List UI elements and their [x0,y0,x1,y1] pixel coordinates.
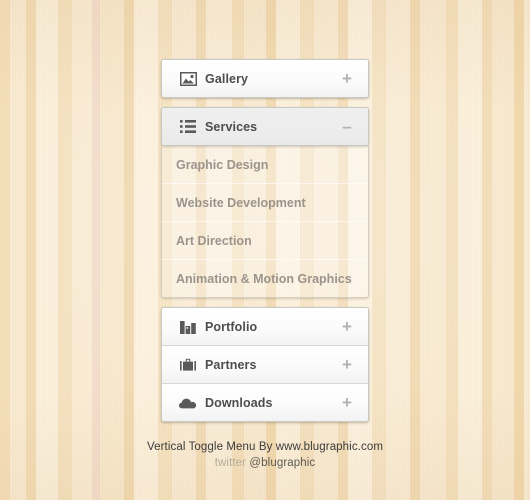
toggle-indicator-partners[interactable]: + [330,356,364,373]
footer-credit: Vertical Toggle Menu By www.blugraphic.c… [146,441,384,453]
menu-item-gallery[interactable]: Gallery + [162,60,368,97]
menu-group-services: Services – Graphic Design Website Develo… [161,107,369,298]
toggle-indicator-downloads[interactable]: + [330,394,364,411]
cloud-icon [171,397,205,409]
menu-item-portfolio[interactable]: Portfolio + [162,308,368,346]
submenu-item[interactable]: Website Development [162,184,368,222]
menu-item-label: Services [205,119,258,134]
menu-item-services[interactable]: Services – [162,108,368,145]
twitter-handle[interactable]: @blugraphic [249,457,315,469]
footer-twitter: twitter @blugraphic [0,457,530,469]
submenu-services: Graphic Design Website Development Art D… [161,146,369,298]
footer: Vertical Toggle Menu By www.blugraphic.c… [0,441,530,469]
menu-item-label: Portfolio [205,319,258,334]
vertical-toggle-menu: Gallery + Services – Graphic Design Webs… [161,59,369,422]
menu-item-partners[interactable]: Partners + [162,346,368,384]
menu-item-label: Partners [205,357,257,372]
accordion-bottom-stack: Portfolio + Partners + Downloads + [161,307,369,422]
toggle-indicator-gallery[interactable]: + [330,70,364,87]
menu-item-downloads[interactable]: Downloads + [162,384,368,421]
menu-item-label: Gallery [205,71,249,86]
toggle-indicator-portfolio[interactable]: + [330,318,364,335]
accordion-gallery: Gallery + [161,59,369,98]
menu-item-label: Downloads [205,395,273,410]
toggle-indicator-services[interactable]: – [330,118,364,135]
twitter-label: twitter [214,457,247,469]
bar-chart-icon [171,320,205,334]
menu-group-bottom-stack: Portfolio + Partners + Downloads + [161,307,369,422]
list-icon [171,120,205,133]
briefcase-icon [171,358,205,372]
image-icon [171,71,205,86]
submenu-item[interactable]: Graphic Design [162,146,368,184]
menu-group-gallery: Gallery + [161,59,369,98]
accordion-services: Services – [161,107,369,146]
submenu-item[interactable]: Animation & Motion Graphics [162,260,368,297]
submenu-item[interactable]: Art Direction [162,222,368,260]
